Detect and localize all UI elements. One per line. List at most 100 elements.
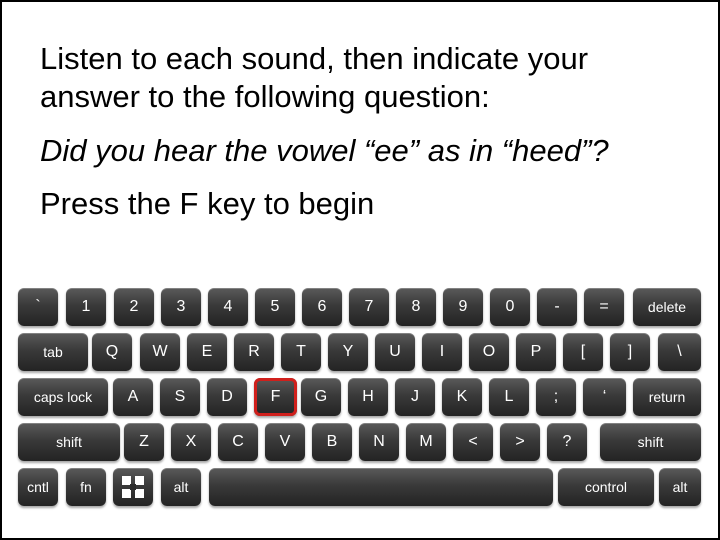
key-less-than[interactable]: < [453,423,493,461]
key-k[interactable]: K [442,378,482,416]
key-8[interactable]: 8 [396,288,436,326]
key-u[interactable]: U [375,333,415,371]
key-f[interactable]: F [254,378,297,416]
key-e[interactable]: E [187,333,227,371]
key-h-label: H [362,388,374,405]
key-d[interactable]: D [207,378,247,416]
key-2[interactable]: 2 [114,288,154,326]
key-w-label: W [152,343,168,360]
key-x[interactable]: X [171,423,211,461]
key-m-label: M [419,433,433,450]
key-j-label: J [411,388,419,405]
key-9[interactable]: 9 [443,288,483,326]
key-j[interactable]: J [395,378,435,416]
key-control-label: control [584,479,628,495]
key-p-label: P [530,343,542,360]
key-c-label: C [232,433,244,450]
key-l-label: L [504,388,514,405]
key-semicolon[interactable]: ; [536,378,576,416]
key-v[interactable]: V [265,423,305,461]
instruction-line-2: answer to the following question: [40,79,490,114]
key-left-shift-label: shift [56,434,82,450]
key-right-bracket[interactable]: ] [610,333,650,371]
key-space[interactable] [209,468,553,506]
key-z[interactable]: Z [124,423,164,461]
key-1-label: 1 [81,298,91,315]
key-cntl[interactable]: cntl [18,468,58,506]
key-g-label: G [314,388,328,405]
key-7-label: 7 [364,298,374,315]
key-return-label: return [648,389,686,405]
key-a-label: A [127,388,139,405]
key-h[interactable]: H [348,378,388,416]
key-control[interactable]: control [558,468,654,506]
key-x-label: X [185,433,197,450]
key-left-alt[interactable]: alt [161,468,201,506]
key-minus[interactable]: - [537,288,577,326]
key-p[interactable]: P [516,333,556,371]
key-n[interactable]: N [359,423,399,461]
key-backslash[interactable]: \ [658,333,701,371]
key-left-alt-label: alt [173,479,189,495]
key-t-label: T [296,343,306,360]
key-i[interactable]: I [422,333,462,371]
key-cntl-label: cntl [27,479,49,495]
begin-prompt: Press the F key to begin [40,186,375,221]
key-s-label: S [174,388,186,405]
key-return[interactable]: return [633,378,701,416]
key-0[interactable]: 0 [490,288,530,326]
key-backslash-label: \ [677,343,682,360]
key-greater-than[interactable]: > [500,423,540,461]
instruction-line-1: Listen to each sound, then indicate your [40,41,589,76]
key-t[interactable]: T [281,333,321,371]
key-right-alt[interactable]: alt [659,468,701,506]
key-c[interactable]: C [218,423,258,461]
key-o[interactable]: O [469,333,509,371]
key-backtick[interactable]: ` [18,288,58,326]
key-w[interactable]: W [140,333,180,371]
key-fn-label: fn [80,479,92,495]
key-question[interactable]: ? [547,423,587,461]
key-y-label: Y [342,343,354,360]
key-quote-label: ‘ [602,388,607,405]
key-r-label: R [248,343,260,360]
key-s[interactable]: S [160,378,200,416]
key-caps-lock[interactable]: caps lock [18,378,108,416]
key-quote[interactable]: ‘ [583,378,626,416]
key-tab[interactable]: tab [18,333,88,371]
key-fn[interactable]: fn [66,468,106,506]
key-q-label: Q [105,343,119,360]
key-delete[interactable]: delete [633,288,701,326]
key-3[interactable]: 3 [161,288,201,326]
key-7[interactable]: 7 [349,288,389,326]
key-y[interactable]: Y [328,333,368,371]
key-left-shift[interactable]: shift [18,423,120,461]
key-k-label: K [456,388,468,405]
key-r[interactable]: R [234,333,274,371]
key-b[interactable]: B [312,423,352,461]
key-command[interactable] [113,468,153,506]
key-a[interactable]: A [113,378,153,416]
question-text: Did you hear the vowel “ee” as in “heed”… [40,133,609,168]
key-right-shift[interactable]: shift [600,423,701,461]
key-equals[interactable]: = [584,288,624,326]
key-m[interactable]: M [406,423,446,461]
key-5[interactable]: 5 [255,288,295,326]
key-left-bracket[interactable]: [ [563,333,603,371]
key-1[interactable]: 1 [66,288,106,326]
key-n-label: N [373,433,385,450]
key-6-label: 6 [317,298,327,315]
key-b-label: B [326,433,338,450]
key-v-label: V [279,433,291,450]
key-less-than-label: < [468,433,478,450]
key-6[interactable]: 6 [302,288,342,326]
key-delete-label: delete [647,299,687,315]
key-l[interactable]: L [489,378,529,416]
key-q[interactable]: Q [92,333,132,371]
key-g[interactable]: G [301,378,341,416]
key-right-bracket-label: ] [627,343,633,360]
key-backtick-label: ` [35,298,41,315]
key-f-label: F [270,388,281,405]
key-equals-label: = [599,298,609,315]
key-4[interactable]: 4 [208,288,248,326]
